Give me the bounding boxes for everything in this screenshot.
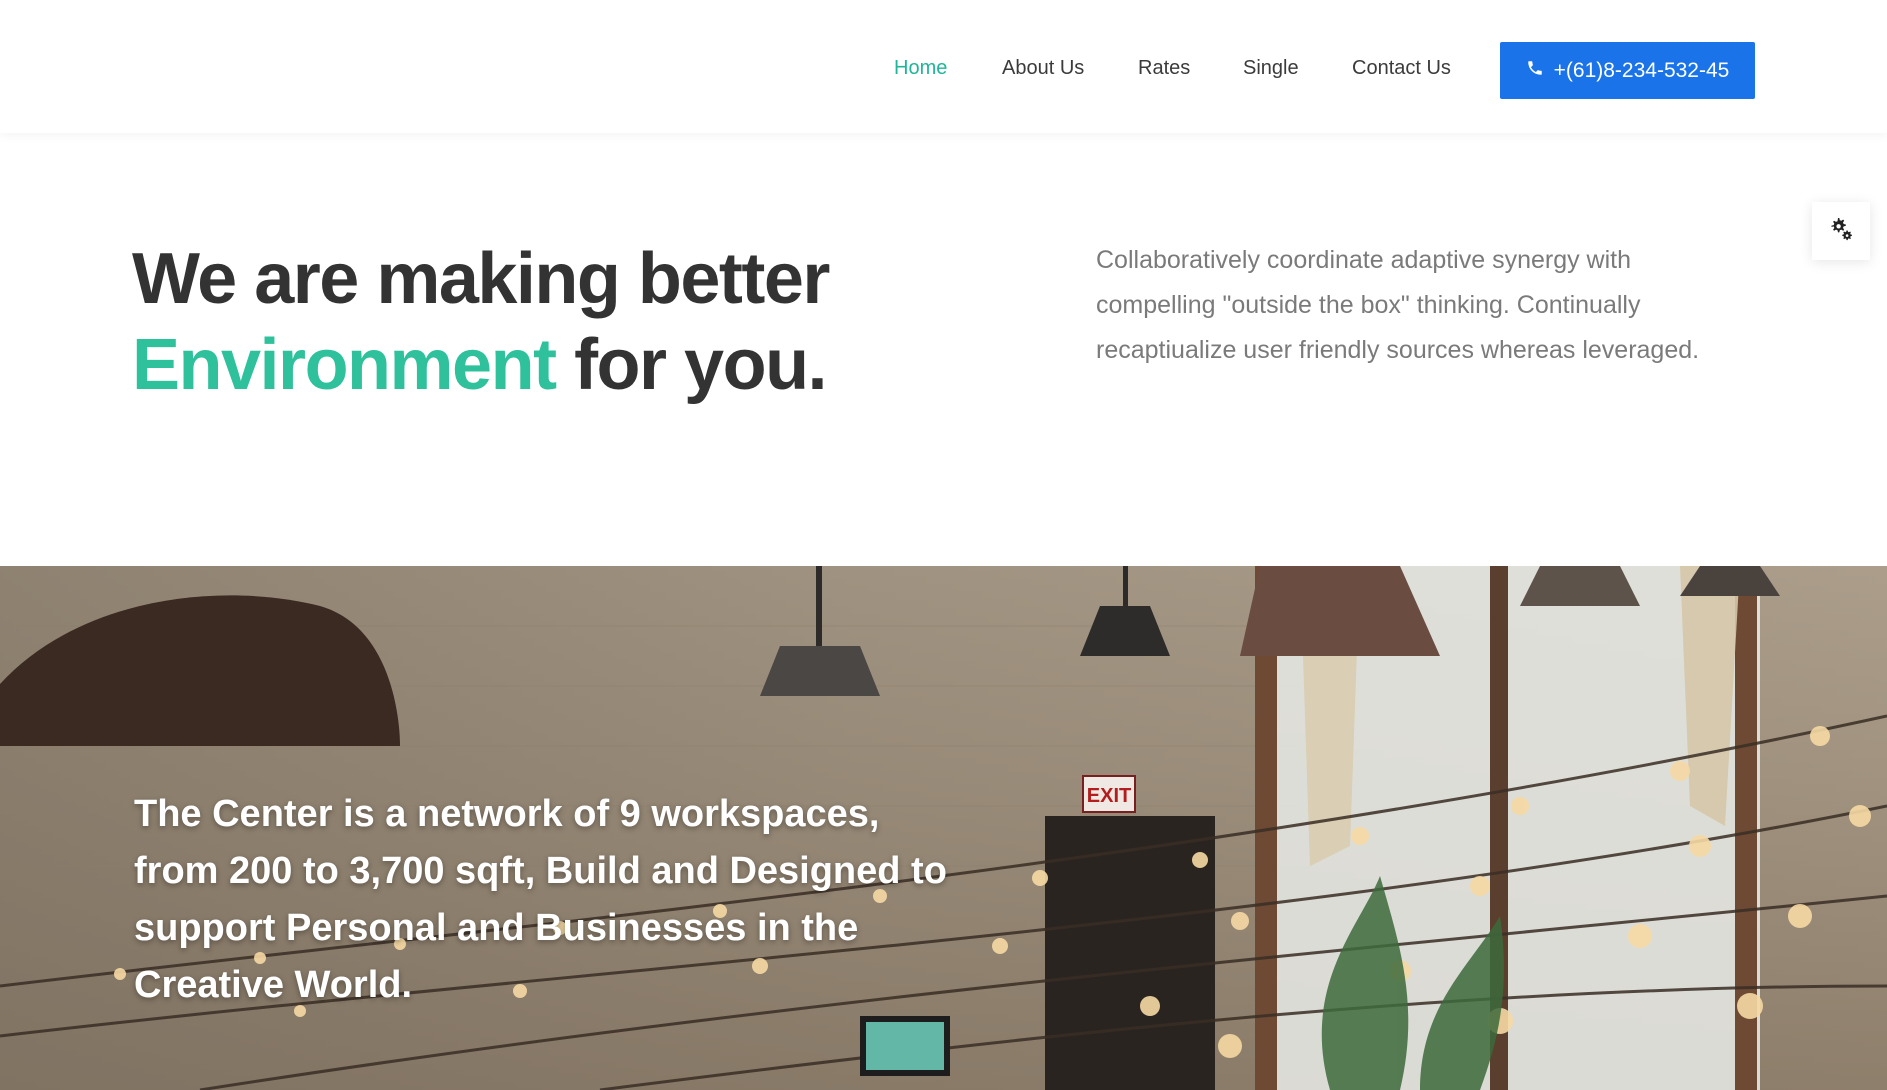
hero-title: We are making better Environment for you. (132, 236, 830, 408)
hero-title-rest: for you. (555, 325, 827, 405)
hero-title-accent: Environment (132, 325, 557, 405)
phone-button[interactable]: +(61)8-234-532-45 (1500, 42, 1755, 99)
site-header: Home About Us Rates Single Contact Us +(… (0, 0, 1887, 133)
nav-single-link[interactable]: Single (1243, 57, 1299, 80)
hero-description: Collaboratively coordinate adaptive syne… (1096, 246, 1700, 364)
phone-icon (1526, 59, 1544, 83)
exit-sign-text: EXIT (1087, 785, 1131, 807)
banner-text: The Center is a network of 9 workspaces,… (134, 793, 947, 1006)
nav-about-link[interactable]: About Us (1002, 57, 1084, 80)
hero-banner: EXIT The Center is a network of 9 worksp… (0, 566, 1887, 1090)
settings-toggle[interactable] (1812, 202, 1870, 260)
nav-rates-link[interactable]: Rates (1138, 57, 1190, 80)
nav-contact-link[interactable]: Contact Us (1352, 57, 1451, 80)
phone-number-label: +(61)8-234-532-45 (1553, 58, 1730, 82)
nav-home-link[interactable]: Home (894, 57, 947, 80)
hero-title-line1: We are making better (132, 239, 830, 319)
gear-icon (1827, 215, 1855, 248)
